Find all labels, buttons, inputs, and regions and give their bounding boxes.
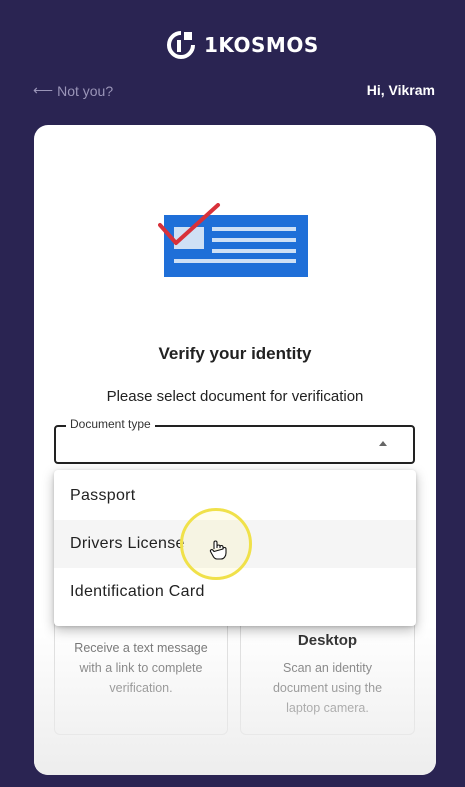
app-header: 1KOSMOS bbox=[0, 30, 465, 64]
menu-item-identification-card[interactable]: Identification Card bbox=[54, 568, 416, 616]
option-description: Receive a text message with a link to co… bbox=[74, 641, 208, 695]
caret-up-icon bbox=[379, 441, 387, 446]
option-description: Scan an identity document using the lapt… bbox=[272, 661, 383, 715]
not-you-link[interactable]: ⟵ Not you? bbox=[33, 82, 113, 99]
user-greeting: Hi, Vikram bbox=[366, 82, 435, 98]
id-card-check-icon bbox=[158, 203, 308, 277]
brand-name: 1KOSMOS bbox=[204, 33, 319, 57]
arrow-left-icon: ⟵ bbox=[33, 82, 54, 98]
document-type-label: Document type bbox=[66, 417, 155, 431]
brand-logo: 1KOSMOS bbox=[166, 30, 319, 60]
page-subtitle: Please select document for verification bbox=[106, 388, 364, 405]
verification-card: Verify your identity Please select docum… bbox=[34, 125, 436, 775]
option-title: Desktop bbox=[297, 632, 358, 649]
document-type-select[interactable]: Document type bbox=[54, 417, 415, 464]
kosmos-logo-icon bbox=[167, 31, 195, 59]
hand-pointer-icon bbox=[209, 540, 227, 560]
top-bar: ⟵ Not you? Hi, Vikram bbox=[33, 80, 435, 102]
not-you-label: Not you? bbox=[57, 82, 114, 99]
page-title: Verify your identity bbox=[158, 344, 312, 363]
